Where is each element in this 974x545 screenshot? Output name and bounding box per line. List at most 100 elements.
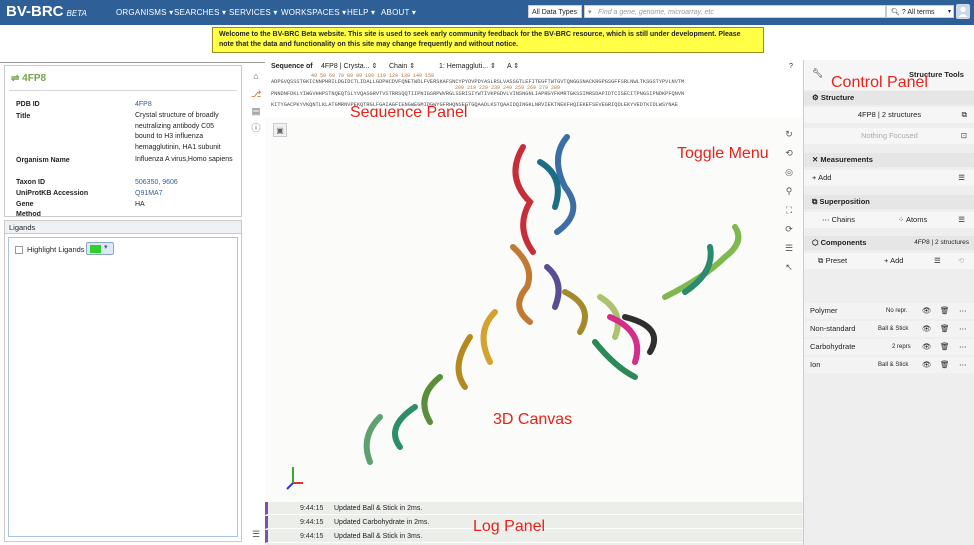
menu-organisms[interactable]: ORGANISMS ▾ <box>116 8 173 17</box>
protein-details-panel: ⇌ 4FP8 PDB ID 4FP8 Title Crystal structu… <box>4 65 242 217</box>
focus-target-icon[interactable]: ⊡ <box>961 128 967 144</box>
eye-icon[interactable]: 👁︎ <box>922 321 932 337</box>
field-label-method: Method <box>16 211 41 216</box>
add-component-button[interactable]: + Add <box>884 253 903 269</box>
field-label-organism: Organism Name <box>16 157 70 164</box>
menu-services[interactable]: SERVICES ▾ <box>229 8 278 17</box>
menu-workspaces[interactable]: WORKSPACES ▾ <box>281 8 346 17</box>
structure-section-header[interactable]: ⚙︎ Structure <box>804 91 974 105</box>
superposition-options-icon[interactable]: ☰ <box>958 212 965 228</box>
eye-icon[interactable]: 👁︎ <box>922 339 932 355</box>
component-row-polymer[interactable]: Polymer No repr. 👁︎ 🗑︎ ⋯ <box>804 303 974 319</box>
highlight-ligands-label: Highlight Ligands <box>27 245 85 254</box>
field-value-uniprot[interactable]: Q91MA7 <box>135 189 163 200</box>
preset-button[interactable]: ⧉ Preset <box>818 253 847 269</box>
global-search-input[interactable]: ▾ Find a gene, genome, microarray, etc <box>584 5 886 18</box>
top-nav-bar: BV-BRC BETA ORGANISMS ▾ SEARCHES ▾ SERVIC… <box>0 0 974 25</box>
eye-icon[interactable]: 👁︎ <box>922 303 932 319</box>
ligands-panel: Ligands Highlight Ligands ▾ <box>4 220 242 542</box>
search-dropdown-icon[interactable]: ▾ <box>588 6 592 19</box>
field-label-pdb-id: PDB ID <box>16 101 40 108</box>
sequence-line-2[interactable]: PNNDNFDKLYIWGVHHPSTNQEQTSLYVQASGRVTVSTRR… <box>271 91 796 97</box>
share-icon[interactable]: ⎇ <box>250 88 262 100</box>
undo-icon[interactable]: ⟲ <box>958 253 964 269</box>
help-icon[interactable]: ? <box>902 9 906 16</box>
mode-select[interactable]: Chain ⇕ <box>389 60 415 73</box>
components-options-icon[interactable]: ☰ <box>934 253 941 269</box>
menu-help[interactable]: HELP ▾ <box>347 8 375 17</box>
menu-searches[interactable]: SEARCHES ▾ <box>174 8 226 17</box>
field-value-pdb-id[interactable]: 4FP8 <box>135 100 152 111</box>
measure-icon[interactable]: ⚲ <box>783 182 795 201</box>
component-row-ion[interactable]: Ion Ball & Stick 👁︎ 🗑︎ ⋯ <box>804 357 974 373</box>
measurements-section-header[interactable]: ✕ Measurements <box>804 153 974 167</box>
settings-icon[interactable]: ☰ <box>783 239 795 258</box>
select-cursor-icon[interactable]: ↖ <box>783 258 795 277</box>
more-icon[interactable]: ⋯ <box>959 357 967 373</box>
settings-sliders-icon[interactable]: ☰ <box>250 528 262 540</box>
focus-row[interactable]: Nothing Focused ⊡ <box>804 128 974 144</box>
protein-structure-icon: ⇌ <box>11 73 20 84</box>
wrench-icon: 🔧︎ <box>812 68 824 78</box>
entity-select[interactable]: A ⇕ <box>507 60 519 73</box>
rotate-icon[interactable]: ⟳ <box>783 220 795 239</box>
target-icon[interactable]: ◎ <box>783 163 795 182</box>
highlight-ligands-checkbox[interactable] <box>15 246 23 254</box>
more-icon[interactable]: ⋯ <box>959 339 967 355</box>
field-value-organism: Influenza A virus,Homo sapiens <box>135 156 233 163</box>
protein-title: ⇌ 4FP8 <box>11 73 47 84</box>
options-icon[interactable]: ☰ <box>958 170 965 186</box>
more-icon[interactable]: ⋯ <box>959 321 967 337</box>
ligands-header: Ligands <box>5 221 241 234</box>
trash-icon[interactable]: 🗑︎ <box>940 303 950 319</box>
eye-icon[interactable]: 👁︎ <box>922 357 932 373</box>
chevron-down-icon: ▾ <box>104 244 108 251</box>
reset-camera-icon[interactable]: ↻ <box>783 125 795 144</box>
component-row-carbohydrate[interactable]: Carbohydrate 2 reprs 👁︎ 🗑︎ ⋯ <box>804 339 974 355</box>
user-menu-button[interactable] <box>956 4 970 19</box>
trash-icon[interactable]: 🗑︎ <box>940 321 950 337</box>
save-icon[interactable]: ▤ <box>250 105 262 117</box>
field-value-taxon[interactable]: 506350, 9606 <box>135 178 178 189</box>
search-icon[interactable]: 🔍︎ <box>891 9 900 16</box>
spin-icon[interactable]: ⟲ <box>783 144 795 163</box>
chains-button[interactable]: ⋯ Chains <box>822 212 855 228</box>
field-label-taxon: Taxon ID <box>16 179 46 186</box>
sequence-panel: Sequence of 4FP8 | Crysta... ⇕ Chain ⇕ 1… <box>265 60 803 121</box>
superposition-section-header[interactable]: ⧉ Superposition <box>804 195 974 209</box>
field-value-gene: HA <box>135 201 145 208</box>
sequence-controls: Sequence of 4FP8 | Crysta... ⇕ Chain ⇕ 1… <box>265 60 803 73</box>
ligand-color-swatch <box>90 245 101 253</box>
components-count: 4FP8 | 2 structures <box>914 239 969 246</box>
data-type-select[interactable]: All Data Types <box>528 5 582 18</box>
atoms-button[interactable]: ⁘ Atoms <box>898 212 927 228</box>
field-label-title: Title <box>16 113 31 120</box>
more-icon[interactable]: ⋯ <box>959 303 967 319</box>
trash-icon[interactable]: 🗑︎ <box>940 339 950 355</box>
copy-icon[interactable]: ⧉ <box>962 107 967 123</box>
brand-logo[interactable]: BV-BRC BETA <box>6 3 87 20</box>
3d-canvas[interactable]: ▣ 3D Canvas Toggle Menu ↻ ⟲ ◎ ⚲ ⛶ ⟳ ☰ ↖ <box>265 117 803 502</box>
sequence-help-icon[interactable]: ? <box>789 60 793 73</box>
title-divider <box>9 90 237 91</box>
trash-icon[interactable]: 🗑︎ <box>940 357 950 373</box>
search-scope-select[interactable]: 🔍︎ ? All terms ▾ <box>886 5 954 18</box>
component-row-nonstandard[interactable]: Non-standard Ball & Stick 👁︎ 🗑︎ ⋯ <box>804 321 974 337</box>
chain-select[interactable]: 1: Hemaggluti... ⇕ <box>439 60 496 73</box>
user-icon <box>958 6 968 17</box>
annotation-toggle-menu: Toggle Menu <box>677 145 769 162</box>
structure-select-row[interactable]: 4FP8 | 2 structures ⧉ <box>804 107 974 123</box>
menu-about[interactable]: ABOUT ▾ <box>381 8 416 17</box>
help-icon[interactable]: ⓘ <box>250 122 262 134</box>
superposition-row: ⋯ Chains ⁘ Atoms ☰ <box>804 212 974 228</box>
measurements-add-row[interactable]: + Add ☰ <box>804 170 974 186</box>
home-icon[interactable]: ⌂ <box>250 70 262 82</box>
components-toolbar: ⧉ Preset + Add ☰ ⟲ <box>804 253 974 269</box>
expand-icon[interactable]: ⛶ <box>783 201 795 220</box>
control-panel: 🔧︎ Structure Tools Control Panel ⚙︎ Stru… <box>803 60 974 545</box>
ligand-color-picker[interactable]: ▾ <box>86 242 114 255</box>
sequence-label: Sequence of <box>271 63 313 70</box>
structure-select[interactable]: 4FP8 | Crysta... ⇕ <box>321 60 377 73</box>
components-section-header[interactable]: ⬡ Components 4FP8 | 2 structures <box>804 236 974 250</box>
log-panel: 9:44:15 Updated Ball & Stick in 2ms. 9:44… <box>265 502 803 545</box>
